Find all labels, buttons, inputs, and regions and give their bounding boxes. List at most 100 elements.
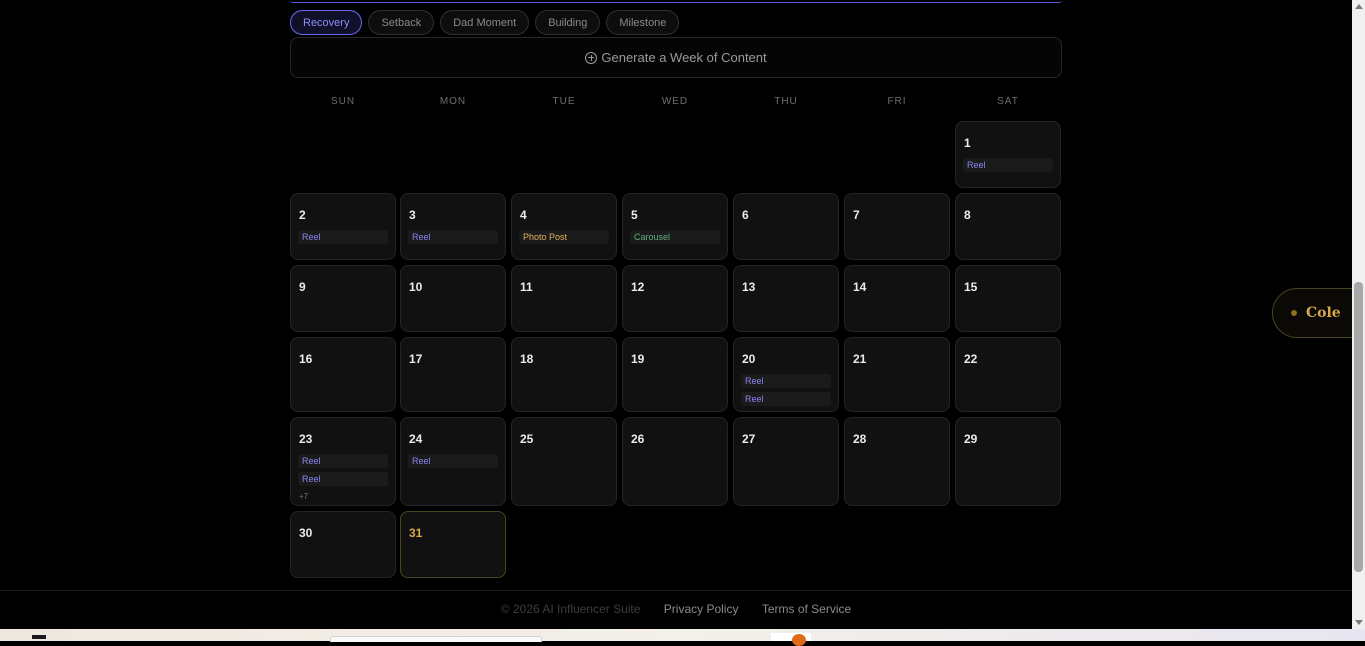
scrollbar[interactable]	[1352, 0, 1365, 629]
calendar-day[interactable]: 27	[733, 417, 839, 506]
day-number: 7	[853, 208, 860, 222]
weekday-header-thu: THU	[774, 96, 798, 107]
calendar-day[interactable]: 14	[844, 265, 950, 332]
filter-chip-milestone[interactable]: Milestone	[606, 10, 680, 35]
calendar-day[interactable]: 26	[622, 417, 728, 506]
day-number: 26	[631, 432, 645, 446]
post-tag-reel[interactable]: Reel	[408, 230, 498, 244]
filter-chip-building[interactable]: Building	[535, 10, 601, 35]
cole-name: Cole	[1306, 305, 1341, 321]
day-number: 14	[853, 280, 867, 294]
weekday-header-fri: FRI	[887, 96, 907, 107]
calendar-day[interactable]: 17	[400, 337, 506, 412]
day-number: 8	[964, 208, 971, 222]
scroll-up-arrow-icon[interactable]	[1355, 4, 1363, 9]
calendar-day[interactable]: 24 Reel	[400, 417, 506, 506]
day-number: 24	[409, 432, 423, 446]
calendar-day[interactable]: 13	[733, 265, 839, 332]
taskbar-search[interactable]	[330, 636, 542, 642]
day-number: 1	[964, 136, 971, 150]
calendar-day[interactable]: 25	[511, 417, 617, 506]
post-tag-reel[interactable]: Reel	[963, 158, 1053, 172]
calendar-day[interactable]: 19	[622, 337, 728, 412]
calendar-day[interactable]: 21	[844, 337, 950, 412]
day-number: 11	[520, 280, 533, 294]
day-number: 31	[409, 526, 423, 540]
calendar-day[interactable]: 16	[290, 337, 396, 412]
browser-icon[interactable]	[792, 634, 806, 646]
generate-week-button[interactable]: Generate a Week of Content	[290, 37, 1062, 78]
scroll-thumb[interactable]	[1354, 282, 1363, 572]
day-number: 19	[631, 352, 645, 366]
post-tag-reel[interactable]: Reel	[298, 230, 388, 244]
post-tag-carousel[interactable]: Carousel	[630, 230, 720, 244]
more-posts-count[interactable]: +7	[299, 492, 308, 501]
day-number: 15	[964, 280, 978, 294]
calendar-day[interactable]: 10	[400, 265, 506, 332]
status-dot-icon	[1291, 310, 1297, 316]
weekday-header-mon: MON	[439, 96, 467, 107]
weekday-header-sat: SAT	[997, 96, 1019, 107]
weekday-header-wed: WED	[661, 96, 689, 107]
calendar-day[interactable]: 1 Reel	[955, 121, 1061, 188]
generate-week-label: Generate a Week of Content	[601, 50, 767, 65]
calendar-day[interactable]: 12	[622, 265, 728, 332]
taskbar-item[interactable]	[32, 635, 46, 639]
calendar-day[interactable]: 9	[290, 265, 396, 332]
day-number: 6	[742, 208, 749, 222]
day-number: 25	[520, 432, 534, 446]
weekday-header-tue: TUE	[552, 96, 576, 107]
calendar-day[interactable]: 3 Reel	[400, 193, 506, 260]
calendar-day[interactable]: 31	[400, 511, 506, 578]
calendar-day[interactable]: 4 Photo Post	[511, 193, 617, 260]
calendar-day[interactable]: 5 Carousel	[622, 193, 728, 260]
post-tag-reel[interactable]: Reel	[298, 472, 388, 486]
privacy-policy-link[interactable]: Privacy Policy	[664, 602, 739, 616]
calendar-day[interactable]: 7	[844, 193, 950, 260]
footer-copyright: © 2026 AI Influencer Suite	[500, 602, 641, 616]
filter-chip-recovery[interactable]: Recovery	[290, 10, 363, 35]
filter-chip-setback[interactable]: Setback	[368, 10, 435, 35]
day-number: 30	[299, 526, 313, 540]
day-number: 20	[742, 352, 756, 366]
day-number: 12	[631, 280, 645, 294]
calendar-day[interactable]: 20 Reel Reel	[733, 337, 839, 412]
scroll-down-arrow-icon[interactable]	[1355, 620, 1363, 625]
calendar-day[interactable]: 11	[511, 265, 617, 332]
calendar-day[interactable]: 30	[290, 511, 396, 578]
day-number: 23	[299, 432, 313, 446]
calendar-day[interactable]: 8	[955, 193, 1061, 260]
calendar-day[interactable]: 22	[955, 337, 1061, 412]
calendar-day[interactable]: 29	[955, 417, 1061, 506]
day-number: 27	[742, 432, 756, 446]
day-number: 22	[964, 352, 978, 366]
calendar-day[interactable]: 6	[733, 193, 839, 260]
post-tag-photo[interactable]: Photo Post	[519, 230, 609, 244]
post-tag-reel[interactable]: Reel	[408, 454, 498, 468]
day-number: 28	[853, 432, 867, 446]
day-number: 16	[299, 352, 313, 366]
footer: © 2026 AI Influencer Suite Privacy Polic…	[0, 602, 1352, 616]
footer-divider	[0, 590, 1352, 591]
calendar-day[interactable]: 15	[955, 265, 1061, 332]
calendar-day[interactable]: 23 Reel Reel +7	[290, 417, 396, 506]
post-tag-reel[interactable]: Reel	[741, 392, 831, 406]
day-number: 5	[631, 208, 638, 222]
filter-chips: Recovery Setback Dad Moment Building Milesto…	[290, 10, 680, 35]
day-number: 4	[520, 208, 527, 222]
post-tag-reel[interactable]: Reel	[298, 454, 388, 468]
plus-circle-icon	[585, 51, 598, 64]
weekday-header-sun: SUN	[330, 96, 356, 107]
day-number: 21	[853, 352, 867, 366]
calendar-day[interactable]: 2 Reel	[290, 193, 396, 260]
day-number: 29	[964, 432, 978, 446]
day-number: 2	[299, 208, 306, 222]
terms-of-service-link[interactable]: Terms of Service	[762, 602, 851, 616]
filter-chip-dad-moment[interactable]: Dad Moment	[440, 10, 530, 35]
post-tag-reel[interactable]: Reel	[741, 374, 831, 388]
calendar-day[interactable]: 28	[844, 417, 950, 506]
day-number: 3	[409, 208, 416, 222]
day-number: 10	[409, 280, 423, 294]
taskbar	[0, 629, 1365, 646]
calendar-day[interactable]: 18	[511, 337, 617, 412]
